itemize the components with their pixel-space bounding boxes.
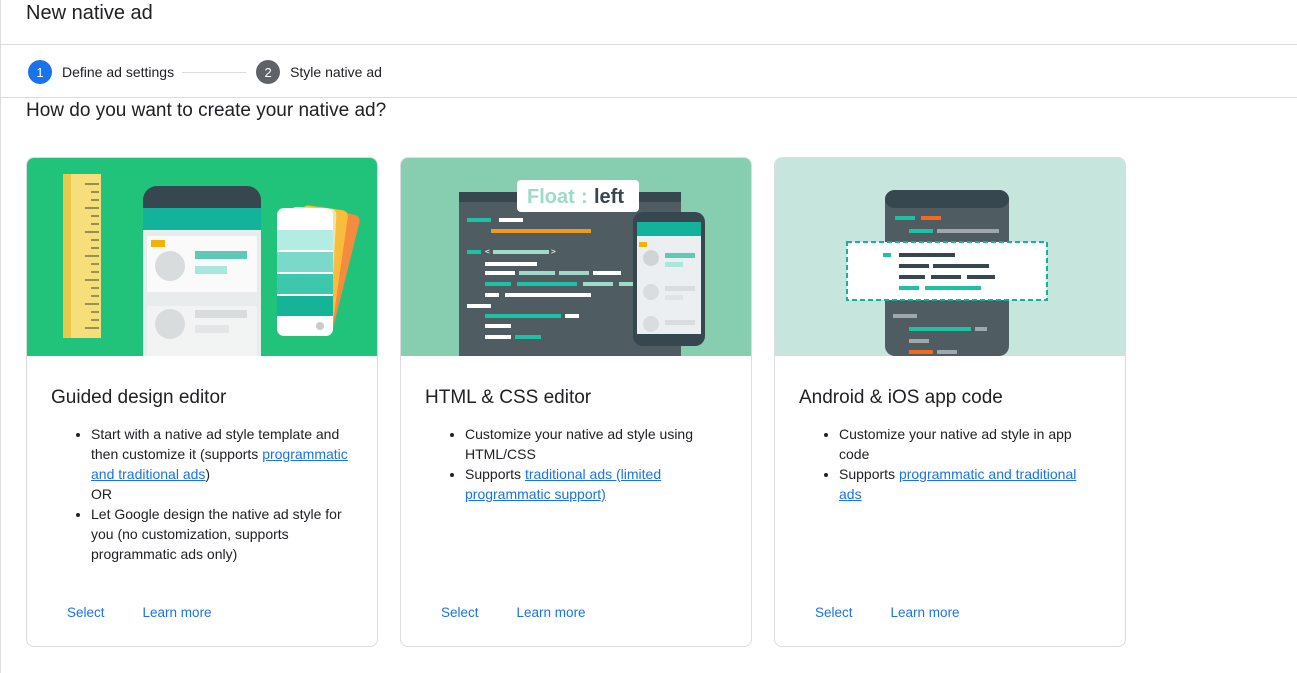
svg-text:<: <	[485, 247, 490, 256]
select-button[interactable]: Select	[805, 599, 863, 626]
step-2-label[interactable]: Style native ad	[290, 64, 382, 80]
bullet-suffix: )	[205, 466, 211, 482]
card-html-css-editor: < > Float : left HTML & CSS editor • Cus…	[400, 157, 752, 647]
left-border	[0, 0, 1, 673]
bullet-item: Customize your native ad style in app co…	[839, 424, 1099, 464]
learn-more-button[interactable]: Learn more	[881, 599, 970, 626]
card-title: HTML & CSS editor	[425, 387, 592, 408]
app-code-illustration	[775, 158, 1125, 356]
html-css-editor-illustration: < > Float : left	[401, 158, 751, 356]
colon-label-text: :	[581, 186, 588, 208]
bullet-text: Supports	[465, 466, 525, 482]
bullet-text: Customize your native ad style in app co…	[839, 426, 1072, 462]
bullet-text: Supports	[839, 466, 899, 482]
card-title: Guided design editor	[51, 387, 227, 408]
card-description: Customize your native ad style using HTM…	[425, 424, 725, 504]
card-description: Start with a native ad style template an…	[51, 424, 351, 564]
select-button[interactable]: Select	[431, 599, 489, 626]
bullet-item: Let Google design the native ad style fo…	[91, 504, 351, 564]
card-title: Android & iOS app code	[799, 387, 1003, 408]
select-button[interactable]: Select	[57, 599, 115, 626]
stepper-divider	[0, 97, 1297, 98]
stepper: 1 Define ad settings 2 Style native ad	[28, 60, 382, 84]
svg-text:>: >	[551, 247, 556, 256]
card-actions: Select Learn more	[431, 599, 596, 626]
card-description: Customize your native ad style in app co…	[799, 424, 1099, 504]
step-1-label[interactable]: Define ad settings	[62, 64, 174, 80]
bullet-text: Let Google design the native ad style fo…	[91, 506, 342, 562]
learn-more-button[interactable]: Learn more	[507, 599, 596, 626]
page-title: New native ad	[26, 2, 153, 24]
guided-editor-illustration	[27, 158, 377, 356]
section-question: How do you want to create your native ad…	[26, 100, 387, 121]
step-1-number: 1	[28, 60, 52, 84]
step-2-number: 2	[256, 60, 281, 84]
header-divider	[0, 44, 1297, 45]
step-connector	[182, 71, 247, 73]
card-actions: Select Learn more	[805, 599, 970, 626]
bullet-item: Customize your native ad style using HTM…	[465, 424, 725, 464]
bullet-text: Customize your native ad style using HTM…	[465, 426, 693, 462]
bullet-item: Supports programmatic and traditional ad…	[839, 464, 1099, 504]
card-guided-design-editor: Guided design editor Start with a native…	[26, 157, 378, 647]
card-android-ios-app-code: Android & iOS app code Customize your na…	[774, 157, 1126, 647]
or-separator: OR	[91, 486, 112, 502]
card-actions: Select Learn more	[57, 599, 222, 626]
float-label-text: Float	[527, 186, 575, 208]
bullet-item: Supports traditional ads (limited progra…	[465, 464, 725, 504]
learn-more-button[interactable]: Learn more	[133, 599, 222, 626]
bullet-item: Start with a native ad style template an…	[91, 424, 351, 504]
left-label-text: left	[594, 186, 624, 208]
